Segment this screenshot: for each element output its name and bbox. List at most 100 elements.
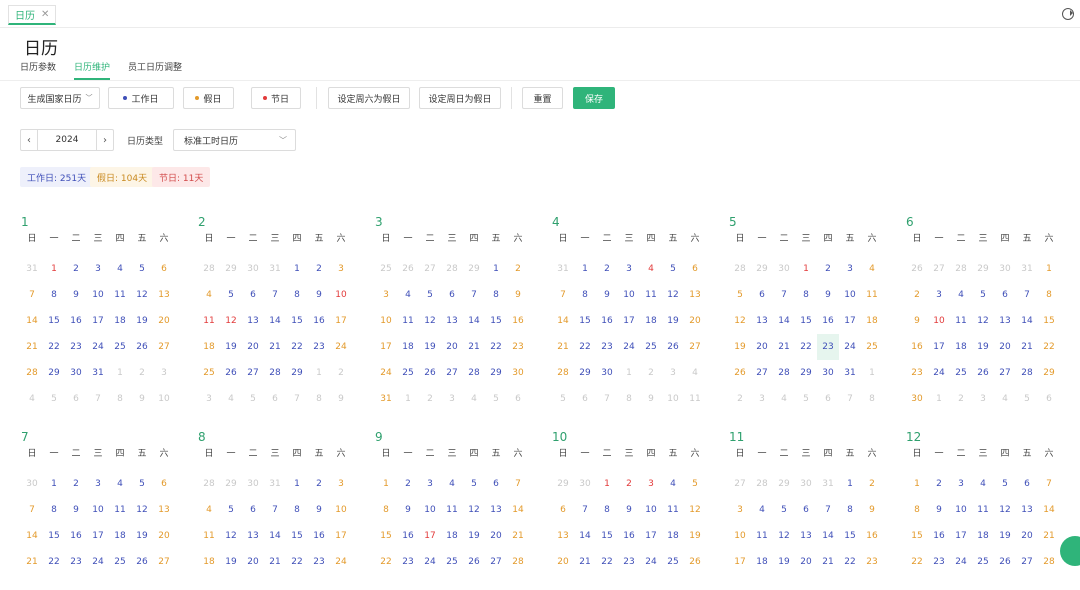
day-cell[interactable]: 1 [1038, 256, 1060, 282]
day-cell-outside[interactable]: 1 [308, 360, 330, 386]
day-cell[interactable]: 17 [729, 549, 751, 575]
day-cell[interactable]: 13 [684, 282, 706, 308]
day-cell[interactable]: 30 [65, 360, 87, 386]
day-cell[interactable]: 11 [198, 523, 220, 549]
day-cell[interactable]: 2 [596, 256, 618, 282]
day-cell-outside[interactable]: 10 [153, 386, 175, 412]
day-cell-outside[interactable]: 3 [662, 360, 684, 386]
day-cell[interactable]: 12 [220, 308, 242, 334]
day-cell[interactable]: 10 [928, 308, 950, 334]
day-cell[interactable]: 2 [928, 471, 950, 497]
day-cell-outside[interactable]: 9 [640, 386, 662, 412]
day-cell[interactable]: 1 [286, 256, 308, 282]
day-cell[interactable]: 24 [928, 360, 950, 386]
day-cell-outside[interactable]: 28 [751, 471, 773, 497]
day-cell-outside[interactable]: 3 [441, 386, 463, 412]
day-cell[interactable]: 21 [552, 334, 574, 360]
day-cell[interactable]: 28 [507, 549, 529, 575]
day-cell-outside[interactable]: 9 [330, 386, 352, 412]
day-cell-outside[interactable]: 5 [43, 386, 65, 412]
day-cell[interactable]: 17 [618, 308, 640, 334]
day-cell[interactable]: 1 [839, 471, 861, 497]
day-cell-outside[interactable]: 29 [220, 256, 242, 282]
day-cell[interactable]: 24 [950, 549, 972, 575]
day-cell-outside[interactable]: 3 [198, 386, 220, 412]
day-cell[interactable]: 2 [308, 471, 330, 497]
day-cell[interactable]: 19 [131, 523, 153, 549]
day-cell[interactable]: 18 [861, 308, 883, 334]
day-cell-outside[interactable]: 26 [906, 256, 928, 282]
day-cell[interactable]: 27 [441, 360, 463, 386]
day-cell-outside[interactable]: 4 [220, 386, 242, 412]
day-cell[interactable]: 14 [463, 308, 485, 334]
save-button[interactable]: 保存 [573, 87, 615, 109]
day-cell-outside[interactable]: 31 [264, 471, 286, 497]
day-cell[interactable]: 27 [153, 334, 175, 360]
day-cell[interactable]: 26 [684, 549, 706, 575]
day-cell-outside[interactable]: 30 [242, 256, 264, 282]
day-cell[interactable]: 12 [994, 497, 1016, 523]
day-cell[interactable]: 24 [330, 549, 352, 575]
day-cell[interactable]: 15 [574, 308, 596, 334]
day-cell[interactable]: 20 [1016, 523, 1038, 549]
day-cell[interactable]: 26 [972, 360, 994, 386]
day-cell[interactable]: 20 [242, 549, 264, 575]
day-cell[interactable]: 20 [684, 308, 706, 334]
day-cell-outside[interactable]: 28 [198, 471, 220, 497]
day-cell-outside[interactable]: 6 [574, 386, 596, 412]
day-cell[interactable]: 9 [308, 282, 330, 308]
day-cell[interactable]: 19 [994, 523, 1016, 549]
day-cell[interactable]: 21 [817, 549, 839, 575]
day-cell[interactable]: 10 [330, 282, 352, 308]
day-cell[interactable]: 22 [43, 549, 65, 575]
day-cell[interactable]: 12 [773, 523, 795, 549]
day-cell[interactable]: 28 [264, 360, 286, 386]
day-cell-outside[interactable]: 6 [507, 386, 529, 412]
day-cell[interactable]: 5 [131, 256, 153, 282]
close-icon[interactable]: ✕ [41, 9, 49, 20]
day-cell[interactable]: 17 [330, 523, 352, 549]
day-cell[interactable]: 14 [773, 308, 795, 334]
day-cell-outside[interactable]: 7 [286, 386, 308, 412]
reset-button[interactable]: 重置 [522, 87, 563, 109]
day-cell[interactable]: 18 [441, 523, 463, 549]
day-cell[interactable]: 14 [507, 497, 529, 523]
day-cell[interactable]: 13 [552, 523, 574, 549]
day-cell[interactable]: 3 [928, 282, 950, 308]
day-cell[interactable]: 30 [596, 360, 618, 386]
day-cell[interactable]: 24 [640, 549, 662, 575]
day-cell[interactable]: 13 [441, 308, 463, 334]
day-cell[interactable]: 16 [507, 308, 529, 334]
day-cell[interactable]: 11 [861, 282, 883, 308]
day-cell[interactable]: 6 [153, 471, 175, 497]
day-cell[interactable]: 18 [109, 523, 131, 549]
day-cell-outside[interactable]: 1 [618, 360, 640, 386]
day-cell[interactable]: 5 [220, 497, 242, 523]
day-cell[interactable]: 25 [109, 334, 131, 360]
day-cell[interactable]: 28 [552, 360, 574, 386]
day-cell[interactable]: 7 [264, 282, 286, 308]
day-cell-outside[interactable]: 30 [21, 471, 43, 497]
day-cell[interactable]: 12 [463, 497, 485, 523]
day-cell[interactable]: 25 [861, 334, 883, 360]
day-cell[interactable]: 9 [928, 497, 950, 523]
day-cell-outside[interactable]: 27 [729, 471, 751, 497]
day-cell[interactable]: 13 [153, 282, 175, 308]
day-cell[interactable]: 24 [375, 360, 397, 386]
day-cell[interactable]: 3 [87, 256, 109, 282]
day-cell[interactable]: 12 [684, 497, 706, 523]
day-cell[interactable]: 14 [264, 523, 286, 549]
day-cell-outside[interactable]: 2 [729, 386, 751, 412]
day-cell[interactable]: 3 [419, 471, 441, 497]
day-cell[interactable]: 29 [1038, 360, 1060, 386]
day-cell[interactable]: 17 [87, 308, 109, 334]
day-cell-outside[interactable]: 31 [264, 256, 286, 282]
day-cell-outside[interactable]: 2 [330, 360, 352, 386]
set-saturday-button[interactable]: 设定周六为假日 [328, 87, 410, 109]
day-cell[interactable]: 7 [21, 497, 43, 523]
day-cell[interactable]: 26 [994, 549, 1016, 575]
day-cell[interactable]: 25 [662, 549, 684, 575]
day-cell-outside[interactable]: 11 [684, 386, 706, 412]
day-cell[interactable]: 24 [419, 549, 441, 575]
day-cell[interactable]: 11 [109, 497, 131, 523]
